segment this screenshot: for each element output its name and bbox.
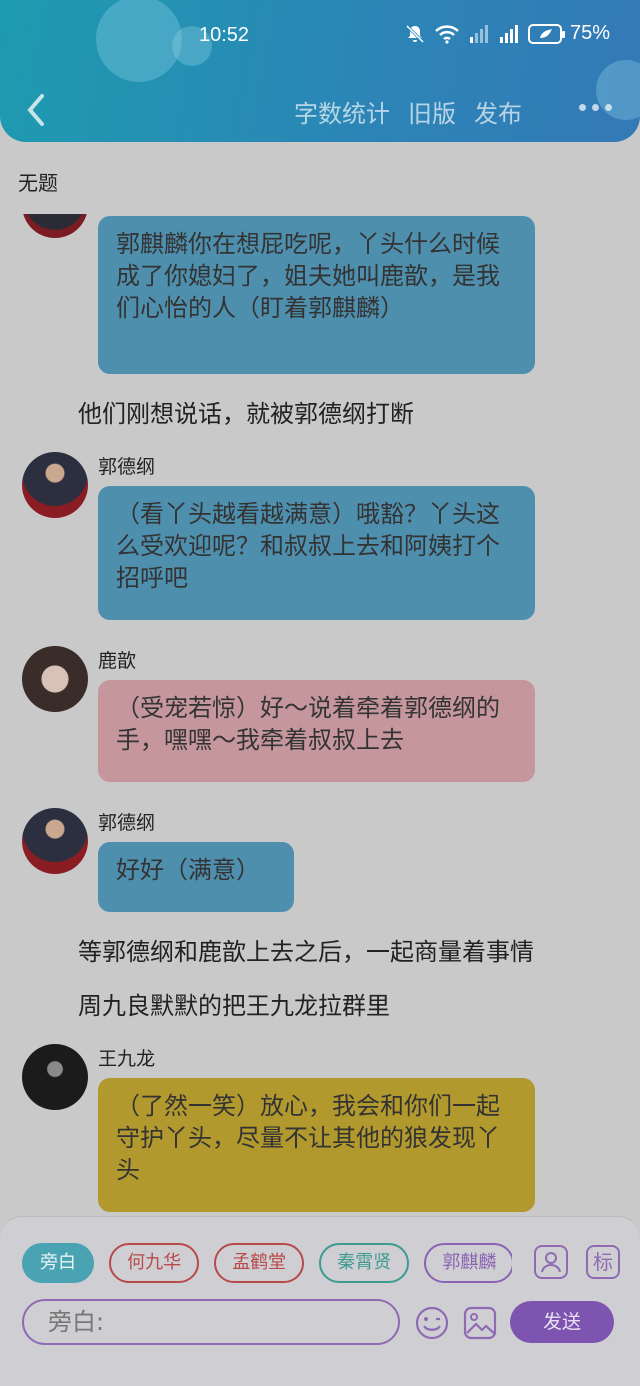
chat-area[interactable]: 郭麒麟你在想屁吃呢，丫头什么时候成了你媳妇了，姐夫她叫鹿歆，是我们心怡的人（盯着… — [0, 214, 640, 1214]
battery-icon — [527, 23, 565, 44]
tag-button[interactable]: 标 — [586, 1245, 620, 1279]
image-button[interactable] — [462, 1305, 498, 1345]
message-bubble[interactable]: （看丫头越看越满意）哦豁？丫头这么受欢迎呢？和叔叔上去和阿姨打个招呼吧 — [98, 486, 535, 620]
message-bubble[interactable]: 郭麒麟你在想屁吃呢，丫头什么时候成了你媳妇了，姐夫她叫鹿歆，是我们心怡的人（盯着… — [98, 216, 535, 374]
avatar[interactable] — [22, 1044, 88, 1110]
mute-bell-icon — [405, 24, 425, 43]
top-actions: 字数统计 旧版 发布 — [294, 94, 522, 129]
role-selector: 旁白 何九华 孟鹤堂 秦霄贤 郭麒麟 — [22, 1243, 512, 1283]
emoji-button[interactable] — [414, 1305, 450, 1345]
message-input[interactable] — [24, 1301, 398, 1343]
avatar[interactable] — [22, 452, 88, 518]
sender-name: 王九龙 — [98, 1048, 156, 1070]
sender-name: 鹿歆 — [98, 650, 137, 672]
avatar[interactable] — [22, 214, 88, 238]
status-time: 10:52 — [199, 24, 250, 46]
role-chip-narrator[interactable]: 旁白 — [22, 1243, 94, 1283]
back-button[interactable] — [22, 90, 50, 130]
chevron-left-icon — [27, 94, 44, 126]
user-icon — [541, 1252, 561, 1273]
more-menu-button[interactable] — [579, 104, 612, 111]
role-manage-button[interactable] — [534, 1245, 568, 1279]
sender-name: 郭德纲 — [98, 456, 156, 478]
old-version-button[interactable]: 旧版 — [408, 94, 456, 129]
wifi-icon — [435, 24, 459, 44]
role-chip[interactable]: 孟鹤堂 — [214, 1243, 305, 1283]
top-bar: 10:52 75% 字数统计 旧版 发布 — [0, 0, 640, 142]
message-bubble[interactable]: 好好（满意） — [98, 842, 294, 912]
emoji-icon — [415, 1306, 449, 1340]
image-icon — [463, 1306, 497, 1340]
narration-text[interactable]: 他们刚想说话，就被郭德纲打断 — [78, 394, 414, 429]
status-icons: 75% — [404, 22, 610, 45]
role-chip[interactable]: 何九华 — [109, 1243, 200, 1283]
signal-1-icon — [469, 24, 488, 43]
send-button[interactable]: 发送 — [510, 1301, 614, 1343]
narration-text[interactable]: 周九良默默的把王九龙拉群里 — [78, 986, 390, 1021]
sender-name: 郭德纲 — [98, 812, 156, 834]
decor-bubble — [96, 0, 182, 82]
publish-button[interactable]: 发布 — [474, 94, 522, 129]
composer-panel: 旁白 何九华 孟鹤堂 秦霄贤 郭麒麟 标 发送 — [0, 1216, 640, 1386]
message-bubble[interactable]: （受宠若惊）好～说着牵着郭德纲的手，嘿嘿～我牵着叔叔上去 — [98, 680, 535, 782]
signal-2-icon — [499, 24, 518, 43]
avatar[interactable] — [22, 808, 88, 874]
document-title: 无题 — [18, 171, 58, 195]
role-chip[interactable]: 郭麒麟 — [424, 1243, 512, 1283]
message-input-wrap — [22, 1299, 400, 1345]
narration-text[interactable]: 等郭德纲和鹿歆上去之后，一起商量着事情 — [78, 932, 534, 967]
message-bubble[interactable]: （了然一笑）放心，我会和你们一起守护丫头，尽量不让其他的狼发现丫头 — [98, 1078, 535, 1212]
avatar[interactable] — [22, 646, 88, 712]
role-chip[interactable]: 秦霄贤 — [319, 1243, 410, 1283]
decor-bubble — [596, 60, 640, 120]
word-count-button[interactable]: 字数统计 — [294, 94, 390, 129]
battery-percent: 75% — [569, 22, 610, 44]
